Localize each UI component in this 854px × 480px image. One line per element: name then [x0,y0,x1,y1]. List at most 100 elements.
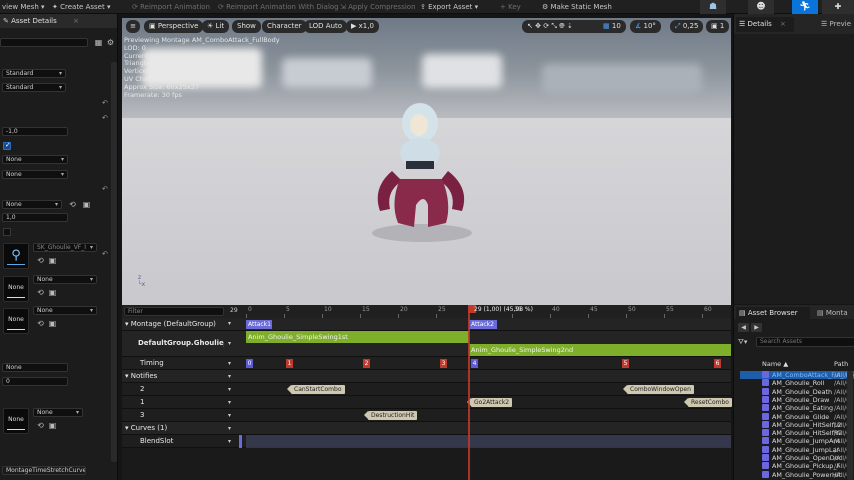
preview-viewport[interactable]: ≡ ▣ Perspective ☀ Lit Show Character LOD… [122,18,731,305]
timing-marker[interactable]: 5 [622,359,629,368]
asset-browser-tab[interactable]: ▤ Asset Browser [736,307,810,319]
asset-list-item[interactable]: AM_Ghoulie_Eating/All/G [762,404,854,412]
track-options-icon[interactable]: ▾ [228,373,231,380]
value-field-1[interactable]: -1,0 [2,127,68,136]
rotate-icon[interactable]: ⟳ [543,22,549,30]
make-static-mesh-button[interactable]: ⚙ Make Static Mesh [542,2,612,12]
apply-compression-button[interactable]: ⇲ Apply Compression [340,2,416,12]
lit-button[interactable]: ☀ Lit [202,20,230,33]
close-tab-icon[interactable]: × [73,17,79,25]
perspective-button[interactable]: ▣ Perspective [144,20,204,33]
timing-marker[interactable]: 6 [714,359,721,368]
track-montage[interactable]: ▾ Montage (DefaultGroup) [122,318,242,331]
skeletal-mesh-thumbnail[interactable]: ⚲ [3,243,29,269]
playback-speed-button[interactable]: ▶ x1,0 [346,20,379,33]
playhead[interactable] [468,305,470,480]
track-options-icon[interactable]: ▾ [228,425,231,432]
use-selected-icon[interactable]: ⟲ [36,421,45,430]
browse-folder-icon[interactable]: ▣ [48,421,57,430]
reimport-animation-button[interactable]: ⟳ Reimport Animation [132,2,210,12]
notify-can-start-combo[interactable]: CanStartCombo [287,385,345,394]
asset-list-item[interactable]: AM_Ghoulie_Roll/All/G [762,379,854,387]
dropdown-standard-2[interactable]: Standard [2,83,66,92]
select-icon[interactable]: ↖ [527,22,533,30]
key-button[interactable]: + Key [500,2,521,12]
show-button[interactable]: Show [232,20,261,33]
timing-marker[interactable]: 1 [286,359,293,368]
value-field-4[interactable]: 0 [2,377,68,386]
move-icon[interactable]: ✥ [535,22,541,30]
skeletal-mesh-picker[interactable]: SK_Ghoulie_VF_I [33,243,97,252]
scale-icon[interactable]: ⤡ [551,22,557,30]
browse-folder-icon[interactable]: ▣ [48,288,57,297]
dropdown-none-3[interactable]: None [2,200,62,209]
reset-arrow-icon[interactable]: ↶ [102,185,108,193]
asset-list-item[interactable]: AM_Ghoulie_Glide/All/G [762,412,854,421]
track-options-icon[interactable]: ▾ [228,320,231,327]
enabled-checkbox[interactable] [3,141,11,150]
montage-segment-2[interactable]: Anim_Ghoulie_SimpleSwing2nd [469,344,731,356]
world-icon[interactable]: 🌐︎ [559,22,565,30]
asset-list-item[interactable]: AM_Ghoulie_PowerHit/All/G [762,470,854,479]
option-checkbox[interactable] [3,228,11,236]
scale-snap-button[interactable]: ⤢ 0,25 [670,20,704,33]
notify-reset-combo[interactable]: ResetCombo [684,398,732,407]
use-selected-icon[interactable]: ⟲ [36,319,45,328]
skeleton-mode-icon[interactable]: ☗ [700,0,726,14]
asset-list-item[interactable]: AM_Ghoulie_JumpLar/All/G [762,445,854,454]
asset-search-input[interactable]: Search Assets [756,337,854,347]
character-button[interactable]: Character [262,20,307,33]
grid-snap-button[interactable]: ▦ 10 [598,20,626,33]
notify-track-2[interactable]: 2 [122,383,242,396]
use-selected-icon[interactable]: ⟲ [36,288,45,297]
left-panel-scrollbar[interactable] [111,62,117,462]
export-asset-menu[interactable]: ⇪ Export Asset ▾ [420,2,478,12]
reimport-with-dialog-button[interactable]: ⟳ Reimport Animation With Dialog [218,2,339,12]
collapse-arrow-icon[interactable]: ▾ [125,424,129,432]
track-options-icon[interactable]: ▾ [228,386,231,393]
track-options-icon[interactable]: ▾ [228,340,231,347]
asset-thumbnail-none[interactable]: None [3,408,29,434]
asset-list-item[interactable]: AM_Ghoulie_HitSelfR2/All/G [762,429,854,437]
timing-marker[interactable]: 2 [363,359,370,368]
filter-icon[interactable]: ⛛▾ [738,338,747,347]
curve-name-field[interactable]: MontageTimeStretchCurve [2,466,86,475]
use-selected-icon[interactable]: ⟲ [36,256,45,265]
grid-view-icon[interactable]: ▦ [94,38,103,47]
back-arrow-icon[interactable]: ◀ [738,323,749,332]
details-search-input[interactable] [0,38,88,47]
details-tab[interactable]: ☰ Details × [736,17,794,32]
notify-go-to-attack2[interactable]: Go2Attack2 [466,398,513,407]
timing-marker[interactable]: 3 [440,359,447,368]
asset-list-item[interactable]: AM_Ghoulie_HitSelfL2/All/G [762,420,854,429]
preview-mesh-menu[interactable]: view Mesh ▾ [2,2,45,12]
notify-combo-window-open[interactable]: ComboWindowOpen [623,385,694,394]
collapse-arrow-icon[interactable]: ▾ [125,320,129,328]
hamburger-icon[interactable]: ≡ [126,20,140,33]
asset-picker-2[interactable]: None [33,275,97,284]
notify-destruction-hit[interactable]: DestructionHit [363,411,418,420]
mesh-mode-icon[interactable]: ☻ [748,0,774,14]
track-curves[interactable]: ▾ Curves (1) [122,422,242,435]
animation-mode-icon[interactable]: 🏃︎ [792,0,818,14]
asset-list-item[interactable]: AM_Ghoulie_OpenDoc/All/G [762,454,854,462]
track-options-icon[interactable]: ▾ [228,412,231,419]
camera-speed-button[interactable]: ▣ 1 [706,20,730,33]
track-notifies[interactable]: ▾ Notifies [122,370,242,383]
column-path[interactable]: Path [834,360,848,368]
track-options-icon[interactable]: ▾ [228,438,231,445]
close-tab-icon[interactable]: × [780,20,786,28]
dropdown-none-2[interactable]: None [2,170,68,179]
dropdown-none-1[interactable]: None [2,155,68,164]
lod-button[interactable]: LOD Auto [304,20,348,33]
notify-track-3[interactable]: 3 [122,409,242,422]
asset-thumbnail-none[interactable]: None [3,308,29,334]
value-field-2[interactable]: 1,0 [2,213,68,222]
column-name[interactable]: Name [762,360,781,368]
settings-gear-icon[interactable]: ⚙ [106,38,115,47]
preview-settings-tab[interactable]: ☰ Previe [818,17,854,32]
asset-list-item[interactable]: AM_Ghoulie_Pickup_F/All/G [762,462,854,470]
blendslot-curve-area[interactable] [246,435,731,448]
surface-snap-icon[interactable]: ⇣ [567,22,573,30]
reset-arrow-icon[interactable]: ↶ [102,99,108,107]
